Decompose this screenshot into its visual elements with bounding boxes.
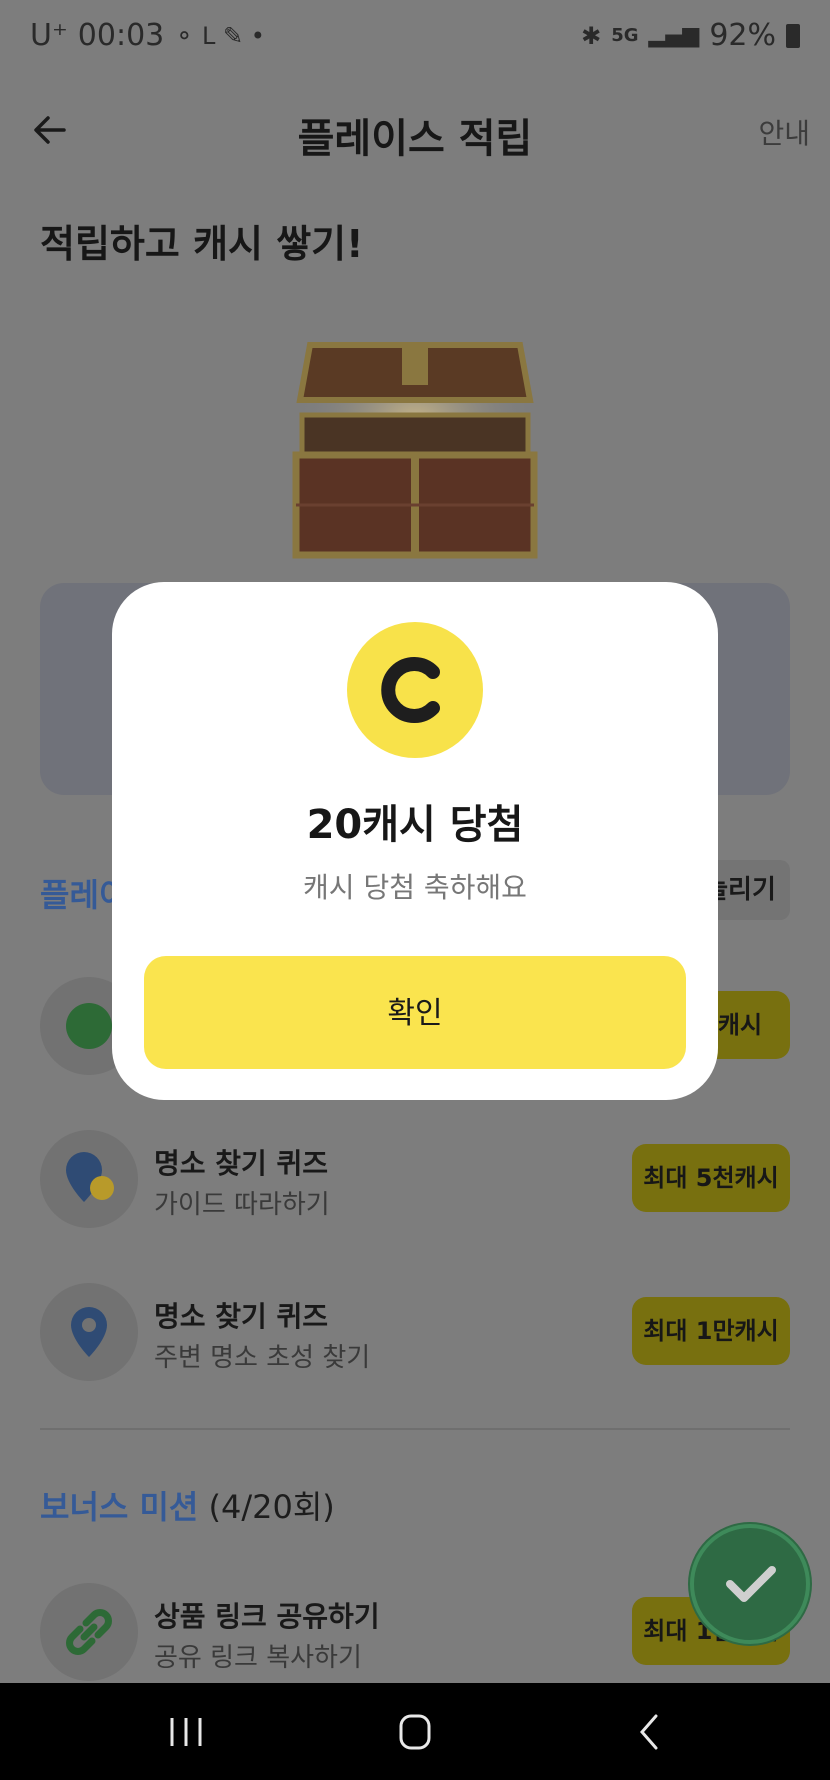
reward-modal: 20캐시 당첨 캐시 당첨 축하해요 확인 [112,582,718,1100]
confirm-button[interactable]: 확인 [144,956,686,1069]
item-title: 상품 링크 공유하기 [154,1600,380,1633]
info-link[interactable]: 안내 [758,112,810,152]
list-item[interactable]: 명소 찾기 퀴즈 주변 명소 초성 찾기 최대 1만캐시 [40,1283,790,1383]
item-subtitle: 공유 링크 복사하기 [154,1643,362,1673]
back-nav-icon[interactable] [620,1710,680,1754]
item-title: 명소 찾기 퀴즈 [154,1300,329,1333]
item-title: 명소 찾기 퀴즈 [154,1147,329,1180]
check-icon [690,1524,810,1644]
location-face-icon [40,1130,138,1228]
bonus-label: 보너스 미션 [40,1488,199,1526]
bonus-count: (4/20회) [198,1488,335,1526]
check-floating-button[interactable] [688,1522,812,1646]
notification-icons: ⚬ L ✎ • [174,21,265,50]
bluetooth-icon: ✱ [581,21,602,50]
status-bar: U⁺ 00:03 ⚬ L ✎ • ✱ 5G ▂▄▆ 92% [0,0,830,75]
treasure-chest-image [292,342,538,559]
clock: 00:03 [77,18,165,53]
item-subtitle: 주변 명소 초성 찾기 [154,1343,371,1373]
list-item[interactable]: 명소 찾기 퀴즈 가이드 따라하기 최대 5천캐시 [40,1130,790,1230]
reward-badge: 최대 5천캐시 [632,1144,790,1212]
location-pin-icon [40,1283,138,1381]
signal-icon: ▂▄▆ [648,23,700,48]
reward-badge: 최대 1만캐시 [632,1297,790,1365]
network-5g-icon: 5G [611,25,639,46]
battery-level: 92% [709,18,776,53]
link-icon [40,1583,138,1681]
modal-title: 20캐시 당첨 [306,802,524,848]
page-heading: 적립하고 캐시 쌓기! [40,222,364,266]
cash-coin-icon [347,622,483,758]
status-left: U⁺ 00:03 ⚬ L ✎ • [30,18,265,53]
recent-apps-icon[interactable] [156,1710,216,1754]
page-title: 플레이스 적립 [297,116,533,162]
carrier-label: U⁺ [30,18,68,53]
divider [40,1428,790,1430]
battery-icon [786,23,800,48]
status-right: ✱ 5G ▂▄▆ 92% [581,18,800,53]
home-icon[interactable] [385,1710,445,1754]
modal-subtitle: 캐시 당첨 축하해요 [303,871,527,904]
list-item[interactable]: 상품 링크 공유하기 공유 링크 복사하기 최대 1만캐시 [40,1583,790,1683]
item-subtitle: 가이드 따라하기 [154,1190,330,1220]
bonus-section-label: 보너스 미션 (4/20회) [40,1482,335,1528]
